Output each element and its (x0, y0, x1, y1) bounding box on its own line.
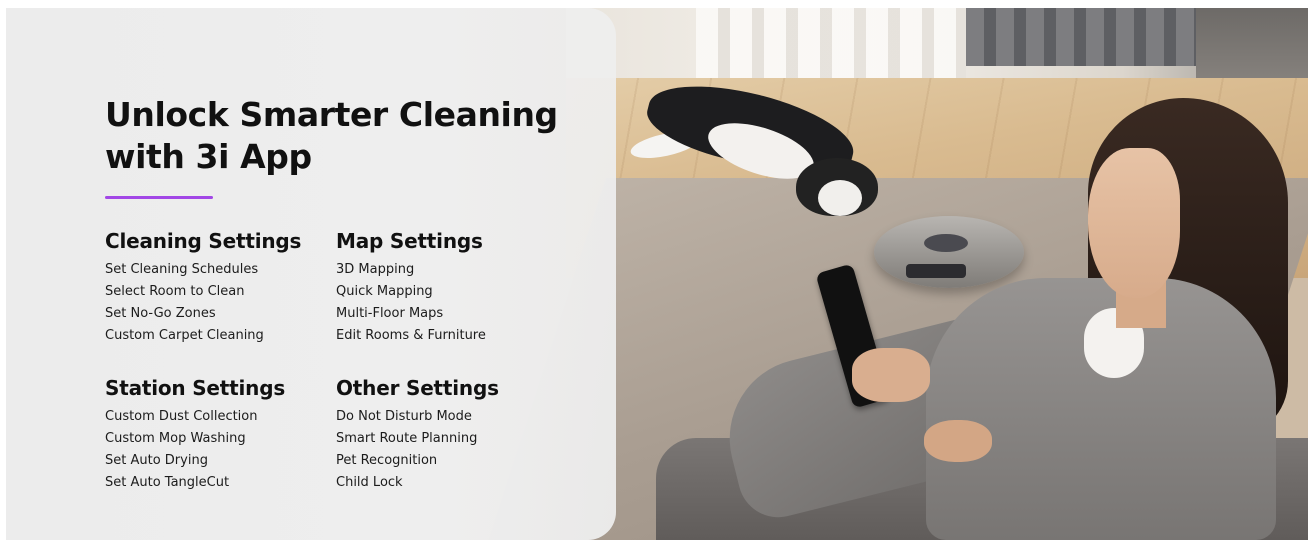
list-item: Multi-Floor Maps (336, 306, 444, 321)
feature-list: Set Cleaning Schedules Select Room to Cl… (105, 259, 345, 347)
feature-list: Do Not Disturb Mode Smart Route Planning… (336, 406, 576, 494)
person-hand-resting (924, 420, 992, 462)
section-heading: Other Settings (336, 376, 499, 400)
list-item: Pet Recognition (336, 453, 438, 468)
list-item: Quick Mapping (336, 284, 433, 299)
grey-curtain (966, 8, 1196, 66)
feature-panel: Unlock Smarter Cleaning with 3i App Clea… (6, 8, 616, 540)
dog-snout (818, 180, 862, 216)
person-hand (852, 348, 930, 402)
list-item: Select Room to Clean (105, 284, 245, 299)
section-heading: Cleaning Settings (105, 229, 302, 253)
feature-list: Custom Dust Collection Custom Mop Washin… (105, 406, 345, 494)
sheer-curtain (696, 8, 966, 80)
list-item: Set Auto Drying (105, 453, 208, 468)
list-item: Set No-Go Zones (105, 306, 216, 321)
section-cleaning-settings: Cleaning Settings Set Cleaning Schedules… (105, 228, 345, 347)
section-heading: Station Settings (105, 376, 286, 400)
section-heading: Map Settings (336, 229, 483, 253)
list-item: Custom Carpet Cleaning (105, 328, 264, 343)
robot-lidar (924, 234, 968, 252)
section-station-settings: Station Settings Custom Dust Collection … (105, 375, 345, 494)
title-underline (105, 196, 213, 199)
list-item: Do Not Disturb Mode (336, 409, 472, 424)
promo-banner: Unlock Smarter Cleaning with 3i App Clea… (6, 8, 1308, 540)
list-item: Custom Mop Washing (105, 431, 246, 446)
feature-list: 3D Mapping Quick Mapping Multi-Floor Map… (336, 259, 576, 347)
list-item: Set Cleaning Schedules (105, 262, 259, 277)
list-item: 3D Mapping (336, 262, 415, 277)
section-map-settings: Map Settings 3D Mapping Quick Mapping Mu… (336, 228, 576, 347)
list-item: Edit Rooms & Furniture (336, 328, 486, 343)
person-face (1088, 148, 1180, 298)
list-item: Set Auto TangleCut (105, 475, 230, 490)
list-item: Custom Dust Collection (105, 409, 258, 424)
section-other-settings: Other Settings Do Not Disturb Mode Smart… (336, 375, 576, 494)
list-item: Child Lock (336, 475, 403, 490)
robot-panel (906, 264, 966, 278)
list-item: Smart Route Planning (336, 431, 478, 446)
page-title: Unlock Smarter Cleaning with 3i App (105, 95, 558, 176)
